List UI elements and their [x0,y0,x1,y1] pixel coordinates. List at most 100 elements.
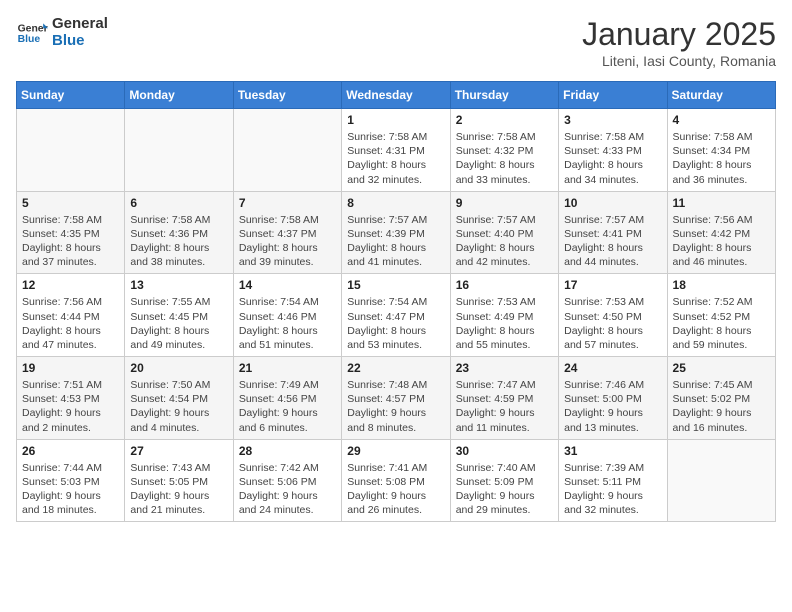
calendar-day-cell: 30Sunrise: 7:40 AM Sunset: 5:09 PM Dayli… [450,439,558,522]
day-of-week-header: Tuesday [233,82,341,109]
day-number: 3 [564,113,661,127]
calendar-day-cell: 12 Sunrise: 7:56 AM Sunset: 4:44 PM Dayli… [17,274,125,357]
day-number: 8 [347,196,444,210]
day-info: Sunrise: 7:58 AM Sunset: 4:34 PM Dayligh… [673,130,770,187]
calendar-day-cell: 7 Sunrise: 7:58 AM Sunset: 4:37 PM Daylig… [233,191,341,274]
day-number: 21 [239,361,336,375]
day-info: Sunrise: 7:56 AM Sunset: 4:44 PM Dayligh… [22,295,119,352]
day-number: 10 [564,196,661,210]
day-info: Sunrise: 7:57 AM Sunset: 4:40 PM Dayligh… [456,213,553,270]
day-number: 11 [673,196,770,210]
calendar-day-cell: 14 Sunrise: 7:54 AM Sunset: 4:46 PM Dayli… [233,274,341,357]
day-info: Sunrise: 7:49 AM Sunset: 4:56 PM Dayligh… [239,378,336,435]
day-number: 2 [456,113,553,127]
calendar-header-row: SundayMondayTuesdayWednesdayThursdayFrid… [17,82,776,109]
day-info: Sunrise: 7:50 AM Sunset: 4:54 PM Dayligh… [130,378,227,435]
calendar-day-cell: 17 Sunrise: 7:53 AM Sunset: 4:50 PM Dayli… [559,274,667,357]
day-info: Sunrise: 7:46 AM Sunset: 5:00 PM Dayligh… [564,378,661,435]
title-block: January 2025 Liteni, Iasi County, Romani… [582,16,776,69]
day-info: Sunrise: 7:57 AM Sunset: 4:39 PM Dayligh… [347,213,444,270]
calendar-day-cell: 28 Sunrise: 7:42 AM Sunset: 5:06 PM Dayli… [233,439,341,522]
calendar-day-cell: 20 Sunrise: 7:50 AM Sunset: 4:54 PM Dayli… [125,357,233,440]
day-info: Sunrise: 7:52 AM Sunset: 4:52 PM Dayligh… [673,295,770,352]
day-info: Sunrise: 7:58 AM Sunset: 4:35 PM Dayligh… [22,213,119,270]
day-info: Sunrise: 7:58 AM Sunset: 4:37 PM Dayligh… [239,213,336,270]
calendar-day-cell: 26 Sunrise: 7:44 AM Sunset: 5:03 PM Dayli… [17,439,125,522]
day-info: Sunrise: 7:41 AM Sunset: 5:08 PM Dayligh… [347,461,444,518]
day-number: 29 [347,444,444,458]
day-info: Sunrise: 7:53 AM Sunset: 4:50 PM Dayligh… [564,295,661,352]
day-of-week-header: Sunday [17,82,125,109]
logo: General Blue General Blue [16,16,108,49]
calendar-day-cell: 29 Sunrise: 7:41 AM Sunset: 5:08 PM Dayli… [342,439,450,522]
calendar-day-cell: 16 Sunrise: 7:53 AM Sunset: 4:49 PM Dayli… [450,274,558,357]
day-info: Sunrise: 7:48 AM Sunset: 4:57 PM Dayligh… [347,378,444,435]
day-number: 28 [239,444,336,458]
day-info: Sunrise: 7:53 AM Sunset: 4:49 PM Dayligh… [456,295,553,352]
day-info: Sunrise: 7:51 AM Sunset: 4:53 PM Dayligh… [22,378,119,435]
day-info: Sunrise: 7:55 AM Sunset: 4:45 PM Dayligh… [130,295,227,352]
day-number: 13 [130,278,227,292]
calendar-day-cell: 25 Sunrise: 7:45 AM Sunset: 5:02 PM Dayli… [667,357,775,440]
calendar-table: SundayMondayTuesdayWednesdayThursdayFrid… [16,81,776,522]
day-number: 19 [22,361,119,375]
day-info: Sunrise: 7:58 AM Sunset: 4:32 PM Dayligh… [456,130,553,187]
calendar-week-row: 19 Sunrise: 7:51 AM Sunset: 4:53 PM Dayli… [17,357,776,440]
day-info: Sunrise: 7:39 AM Sunset: 5:11 PM Dayligh… [564,461,661,518]
calendar-day-cell: 27Sunrise: 7:43 AM Sunset: 5:05 PM Dayli… [125,439,233,522]
calendar-day-cell [125,109,233,192]
day-number: 9 [456,196,553,210]
calendar-day-cell: 31 Sunrise: 7:39 AM Sunset: 5:11 PM Dayli… [559,439,667,522]
day-info: Sunrise: 7:57 AM Sunset: 4:41 PM Dayligh… [564,213,661,270]
calendar-day-cell: 24 Sunrise: 7:46 AM Sunset: 5:00 PM Dayli… [559,357,667,440]
day-number: 31 [564,444,661,458]
day-number: 26 [22,444,119,458]
day-number: 12 [22,278,119,292]
calendar-day-cell: 21 Sunrise: 7:49 AM Sunset: 4:56 PM Dayli… [233,357,341,440]
calendar-day-cell: 22 Sunrise: 7:48 AM Sunset: 4:57 PM Dayli… [342,357,450,440]
calendar-day-cell: 8 Sunrise: 7:57 AM Sunset: 4:39 PM Daylig… [342,191,450,274]
day-number: 24 [564,361,661,375]
day-info: Sunrise: 7:45 AM Sunset: 5:02 PM Dayligh… [673,378,770,435]
day-info: Sunrise: 7:40 AM Sunset: 5:09 PM Dayligh… [456,461,553,518]
day-of-week-header: Friday [559,82,667,109]
day-number: 22 [347,361,444,375]
calendar-week-row: 5 Sunrise: 7:58 AM Sunset: 4:35 PM Daylig… [17,191,776,274]
calendar-day-cell: 9 Sunrise: 7:57 AM Sunset: 4:40 PM Daylig… [450,191,558,274]
day-info: Sunrise: 7:44 AM Sunset: 5:03 PM Dayligh… [22,461,119,518]
day-info: Sunrise: 7:43 AM Sunset: 5:05 PM Dayligh… [130,461,227,518]
day-number: 25 [673,361,770,375]
logo-general: General [52,16,108,33]
day-number: 14 [239,278,336,292]
calendar-day-cell: 5 Sunrise: 7:58 AM Sunset: 4:35 PM Daylig… [17,191,125,274]
day-info: Sunrise: 7:54 AM Sunset: 4:47 PM Dayligh… [347,295,444,352]
calendar-day-cell: 19 Sunrise: 7:51 AM Sunset: 4:53 PM Dayli… [17,357,125,440]
calendar-day-cell [17,109,125,192]
day-number: 20 [130,361,227,375]
logo-icon: General Blue [16,17,48,49]
day-number: 18 [673,278,770,292]
day-info: Sunrise: 7:58 AM Sunset: 4:36 PM Dayligh… [130,213,227,270]
day-info: Sunrise: 7:47 AM Sunset: 4:59 PM Dayligh… [456,378,553,435]
calendar-day-cell: 11 Sunrise: 7:56 AM Sunset: 4:42 PM Dayli… [667,191,775,274]
calendar-day-cell: 2 Sunrise: 7:58 AM Sunset: 4:32 PM Daylig… [450,109,558,192]
day-number: 1 [347,113,444,127]
day-info: Sunrise: 7:42 AM Sunset: 5:06 PM Dayligh… [239,461,336,518]
day-info: Sunrise: 7:56 AM Sunset: 4:42 PM Dayligh… [673,213,770,270]
logo-blue: Blue [52,33,108,50]
calendar-day-cell [667,439,775,522]
day-number: 16 [456,278,553,292]
svg-text:Blue: Blue [18,33,41,44]
day-number: 6 [130,196,227,210]
day-of-week-header: Saturday [667,82,775,109]
day-of-week-header: Wednesday [342,82,450,109]
day-number: 17 [564,278,661,292]
calendar-day-cell: 6 Sunrise: 7:58 AM Sunset: 4:36 PM Daylig… [125,191,233,274]
calendar-day-cell: 23Sunrise: 7:47 AM Sunset: 4:59 PM Dayli… [450,357,558,440]
calendar-title: January 2025 [582,16,776,53]
day-number: 7 [239,196,336,210]
day-info: Sunrise: 7:54 AM Sunset: 4:46 PM Dayligh… [239,295,336,352]
day-number: 5 [22,196,119,210]
calendar-week-row: 1Sunrise: 7:58 AM Sunset: 4:31 PM Daylig… [17,109,776,192]
calendar-day-cell: 10 Sunrise: 7:57 AM Sunset: 4:41 PM Dayli… [559,191,667,274]
